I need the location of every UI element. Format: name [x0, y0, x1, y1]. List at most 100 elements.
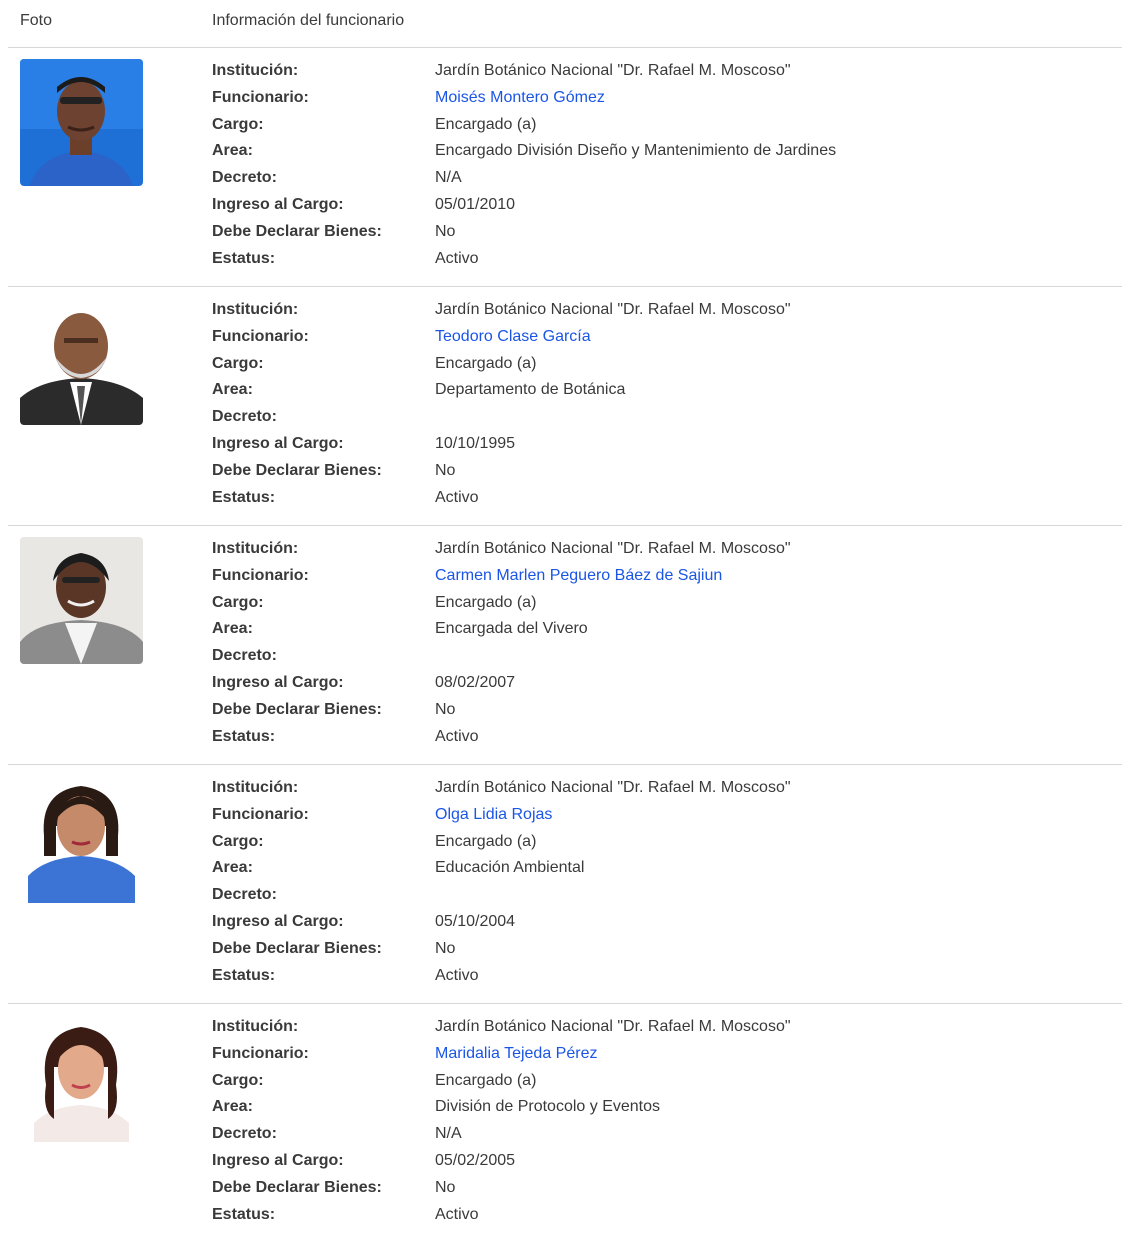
label-ingreso: Ingreso al Cargo:	[212, 195, 344, 213]
label-declarar: Debe Declarar Bienes:	[212, 222, 382, 240]
label-ingreso: Ingreso al Cargo:	[212, 912, 344, 930]
value-area: Departamento de Botánica	[435, 381, 626, 399]
table-header: Foto Información del funcionario	[8, 0, 1122, 48]
label-declarar: Debe Declarar Bienes:	[212, 700, 382, 718]
value-estatus: Activo	[435, 249, 479, 267]
value-institucion: Jardín Botánico Nacional "Dr. Rafael M. …	[435, 540, 791, 557]
label-institucion: Institución:	[212, 540, 299, 557]
label-declarar: Debe Declarar Bienes:	[212, 461, 382, 479]
table-row: Institución: Jardín Botánico Nacional "Dr…	[8, 765, 1122, 1004]
label-decreto: Decreto:	[212, 408, 277, 426]
value-estatus: Activo	[435, 488, 479, 506]
label-estatus: Estatus:	[212, 1205, 276, 1223]
value-cargo: Encargado (a)	[435, 593, 537, 611]
label-decreto: Decreto:	[212, 886, 277, 904]
value-estatus: Activo	[435, 966, 479, 984]
value-area: Encargada del Vivero	[435, 620, 588, 638]
official-fields: Institución: Jardín Botánico Nacional "Dr…	[212, 540, 1112, 754]
table-row: Institución: Jardín Botánico Nacional "Dr…	[8, 48, 1122, 287]
value-institucion: Jardín Botánico Nacional "Dr. Rafael M. …	[435, 62, 791, 79]
value-area: Encargado División Diseño y Mantenimient…	[435, 142, 837, 160]
value-ingreso: 05/10/2004	[435, 912, 516, 930]
value-institucion: Jardín Botánico Nacional "Dr. Rafael M. …	[435, 779, 791, 796]
label-funcionario: Funcionario:	[212, 566, 309, 584]
official-name-link[interactable]: Carmen Marlen Peguero Báez de Sajiun	[435, 567, 722, 585]
value-estatus: Activo	[435, 1205, 479, 1223]
value-institucion: Jardín Botánico Nacional "Dr. Rafael M. …	[435, 1018, 791, 1035]
label-funcionario: Funcionario:	[212, 88, 309, 106]
value-declarar: No	[435, 939, 456, 957]
portrait-icon	[20, 298, 143, 425]
label-funcionario: Funcionario:	[212, 327, 309, 345]
label-area: Area:	[212, 381, 253, 399]
label-institucion: Institución:	[212, 1018, 299, 1035]
label-ingreso: Ingreso al Cargo:	[212, 434, 344, 452]
label-cargo: Cargo:	[212, 354, 264, 372]
label-institucion: Institución:	[212, 301, 299, 318]
table-row: Institución: Jardín Botánico Nacional "Dr…	[8, 526, 1122, 765]
value-area: División de Protocolo y Eventos	[435, 1098, 660, 1116]
label-estatus: Estatus:	[212, 249, 276, 267]
value-cargo: Encargado (a)	[435, 354, 537, 372]
label-area: Area:	[212, 859, 253, 877]
official-name-link[interactable]: Teodoro Clase García	[435, 328, 591, 346]
official-photo	[20, 59, 143, 186]
label-cargo: Cargo:	[212, 593, 264, 611]
officials-table: Foto Información del funcionario Institu…	[0, 0, 1122, 1239]
official-fields: Institución: Jardín Botánico Nacional "Dr…	[212, 779, 1112, 993]
label-cargo: Cargo:	[212, 832, 264, 850]
label-estatus: Estatus:	[212, 966, 276, 984]
official-fields: Institución: Jardín Botánico Nacional "Dr…	[212, 301, 1112, 515]
value-declarar: No	[435, 1178, 456, 1196]
value-decreto: N/A	[435, 1125, 462, 1143]
value-cargo: Encargado (a)	[435, 115, 537, 133]
value-decreto: N/A	[435, 169, 462, 187]
portrait-icon	[20, 776, 143, 903]
table-row: Institución: Jardín Botánico Nacional "Dr…	[8, 287, 1122, 526]
portrait-icon	[20, 1015, 143, 1142]
official-fields: Institución: Jardín Botánico Nacional "Dr…	[212, 62, 1112, 276]
header-info: Información del funcionario	[212, 12, 405, 29]
value-area: Educación Ambiental	[435, 859, 585, 877]
label-ingreso: Ingreso al Cargo:	[212, 673, 344, 691]
portrait-icon	[20, 537, 143, 664]
label-declarar: Debe Declarar Bienes:	[212, 939, 382, 957]
official-fields: Institución: Jardín Botánico Nacional "Dr…	[212, 1018, 1112, 1232]
label-area: Area:	[212, 620, 253, 638]
portrait-icon	[20, 59, 143, 186]
label-funcionario: Funcionario:	[212, 805, 309, 823]
label-declarar: Debe Declarar Bienes:	[212, 1178, 382, 1196]
label-funcionario: Funcionario:	[212, 1044, 309, 1062]
value-declarar: No	[435, 461, 456, 479]
value-declarar: No	[435, 700, 456, 718]
label-institucion: Institución:	[212, 779, 299, 796]
value-declarar: No	[435, 222, 456, 240]
label-institucion: Institución:	[212, 62, 299, 79]
label-decreto: Decreto:	[212, 169, 277, 187]
value-ingreso: 05/01/2010	[435, 195, 516, 213]
label-cargo: Cargo:	[212, 1071, 264, 1089]
official-photo	[20, 537, 143, 664]
value-ingreso: 05/02/2005	[435, 1151, 516, 1169]
official-photo	[20, 1015, 143, 1142]
label-estatus: Estatus:	[212, 727, 276, 745]
label-decreto: Decreto:	[212, 647, 277, 665]
official-photo	[20, 298, 143, 425]
official-name-link[interactable]: Maridalia Tejeda Pérez	[435, 1045, 597, 1063]
label-area: Area:	[212, 142, 253, 160]
table-row: Institución: Jardín Botánico Nacional "Dr…	[8, 1004, 1122, 1239]
value-ingreso: 08/02/2007	[435, 673, 516, 691]
label-estatus: Estatus:	[212, 488, 276, 506]
official-name-link[interactable]: Olga Lidia Rojas	[435, 806, 552, 824]
label-decreto: Decreto:	[212, 1125, 277, 1143]
value-institucion: Jardín Botánico Nacional "Dr. Rafael M. …	[435, 301, 791, 318]
label-ingreso: Ingreso al Cargo:	[212, 1151, 344, 1169]
value-cargo: Encargado (a)	[435, 832, 537, 850]
label-cargo: Cargo:	[212, 115, 264, 133]
header-foto: Foto	[20, 12, 53, 29]
label-area: Area:	[212, 1098, 253, 1116]
value-ingreso: 10/10/1995	[435, 434, 516, 452]
value-estatus: Activo	[435, 727, 479, 745]
value-cargo: Encargado (a)	[435, 1071, 537, 1089]
official-name-link[interactable]: Moisés Montero Gómez	[435, 89, 605, 107]
